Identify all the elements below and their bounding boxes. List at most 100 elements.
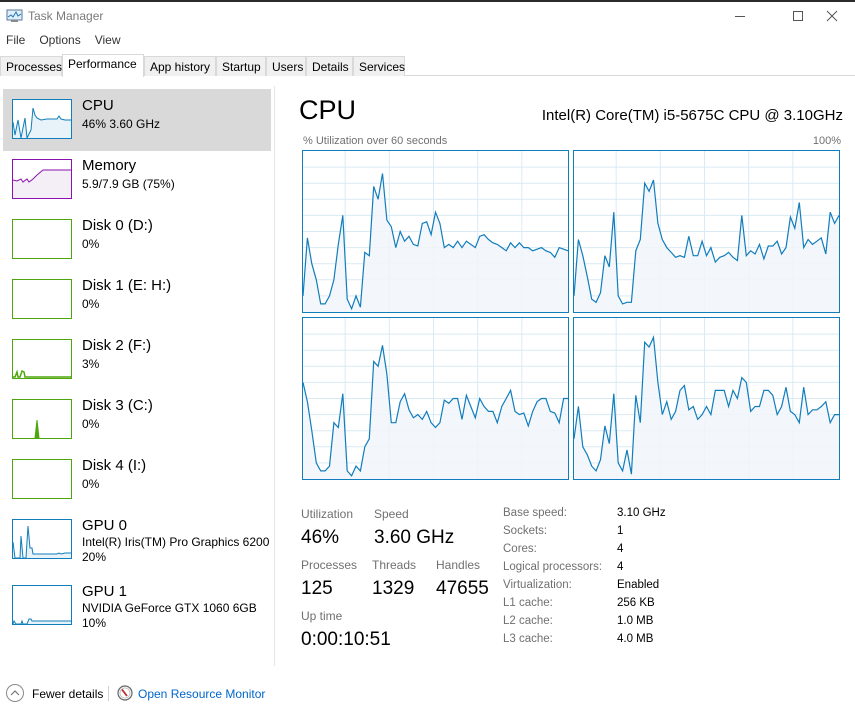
core-1-chart xyxy=(573,151,840,312)
l1-cache-value: 256 KB xyxy=(617,597,655,609)
disk-4-thumbnail-graph xyxy=(12,459,72,499)
cores-value: 4 xyxy=(617,543,624,555)
page-title: CPU xyxy=(299,95,357,125)
sidebar-disk-0-name: Disk 0 (D:) xyxy=(82,217,153,234)
footer-divider xyxy=(108,686,109,701)
processes-label: Processes xyxy=(301,558,358,572)
core-0-chart xyxy=(302,151,569,312)
sidebar-item-disk-0[interactable]: Disk 0 (D:) 0% xyxy=(3,209,271,271)
processes-value: 125 xyxy=(301,578,333,599)
chevron-up-glyph xyxy=(10,690,20,696)
minimize-button[interactable] xyxy=(717,2,763,30)
virtualization-value: Enabled xyxy=(617,579,660,591)
sidebar-item-cpu[interactable]: CPU 46% 3.60 GHz xyxy=(3,89,271,151)
sidebar-item-disk-3[interactable]: Disk 3 (C:) 0% xyxy=(3,389,271,451)
disk-3-thumbnail-graph xyxy=(12,399,72,439)
core-3-chart xyxy=(573,318,839,479)
sidebar-gpu-1-model: NVIDIA GeForce GTX 1060 6GB xyxy=(82,601,257,615)
disk-3-thumbnail-line xyxy=(34,419,40,438)
gpu-0-thumbnail-graph xyxy=(12,519,72,559)
speed-label: Speed xyxy=(374,507,409,521)
sidebar-item-memory[interactable]: Memory 5.9/7.9 GB (75%) xyxy=(3,149,271,211)
window-title: Task Manager xyxy=(28,9,104,23)
l3-cache-value: 4.0 MB xyxy=(617,633,654,645)
utilization-value: 46% xyxy=(301,527,340,548)
tab-services[interactable]: Services xyxy=(353,56,405,76)
disk-2-thumbnail-graph xyxy=(12,339,72,379)
base-speed-value: 3.10 GHz xyxy=(617,507,666,519)
sockets-label: Sockets: xyxy=(503,525,548,537)
gpu-0-thumbnail-line xyxy=(13,525,71,558)
sidebar-divider[interactable] xyxy=(274,86,275,666)
chevron-up-icon[interactable] xyxy=(6,684,24,702)
sidebar-gpu-0-value: 20% xyxy=(82,550,107,564)
tab-users[interactable]: Users xyxy=(266,56,306,76)
minimize-icon xyxy=(735,16,745,17)
tab-performance[interactable]: Performance xyxy=(62,54,144,77)
core-2-chart xyxy=(302,318,568,479)
core-2-graph xyxy=(302,317,569,480)
core-0-graph xyxy=(302,150,569,313)
uptime-label: Up time xyxy=(301,609,343,623)
core-0-area xyxy=(303,173,568,312)
gpu-1-thumbnail-graph xyxy=(12,585,72,625)
sidebar-gpu-0-name: GPU 0 xyxy=(82,517,128,534)
threads-value: 1329 xyxy=(372,578,415,599)
l1-cache-label: L1 cache: xyxy=(503,597,553,609)
sidebar-disk-3-value: 0% xyxy=(82,417,100,431)
sidebar-item-disk-2[interactable]: Disk 2 (F:) 3% xyxy=(3,329,271,391)
sidebar-disk-0-value: 0% xyxy=(82,237,100,251)
cpu-thumbnail-line xyxy=(13,107,71,138)
sidebar-disk-1-value: 0% xyxy=(82,297,100,311)
memory-thumbnail-graph xyxy=(12,159,72,199)
disk-1-thumbnail-graph xyxy=(12,279,72,319)
tab-bar: Processes Performance App history Startu… xyxy=(0,54,855,77)
sidebar-cpu-name: CPU xyxy=(82,97,114,114)
sidebar-disk-2-name: Disk 2 (F:) xyxy=(82,337,152,354)
logical-processors-label: Logical processors: xyxy=(503,561,603,573)
sidebar-gpu-0-model: Intel(R) Iris(TM) Pro Graphics 6200 xyxy=(82,535,270,549)
sidebar-gpu-1-name: GPU 1 xyxy=(82,583,128,600)
l2-cache-label: L2 cache: xyxy=(503,615,553,627)
tab-app-history[interactable]: App history xyxy=(144,56,216,76)
sidebar-disk-1-name: Disk 1 (E: H:) xyxy=(82,277,172,294)
tab-details[interactable]: Details xyxy=(306,56,353,76)
menu-view[interactable]: View xyxy=(89,31,127,51)
gpu-1-thumbnail-line xyxy=(13,618,71,624)
cpu-thumbnail-graph xyxy=(12,99,72,139)
title-bar: Task Manager xyxy=(0,2,855,30)
sidebar-item-disk-1[interactable]: Disk 1 (E: H:) 0% xyxy=(3,269,271,331)
core-2-area xyxy=(303,345,568,479)
disk-2-thumbnail-line xyxy=(13,369,71,378)
sidebar-item-disk-4[interactable]: Disk 4 (I:) 0% xyxy=(3,449,271,511)
sockets-value: 1 xyxy=(617,525,624,537)
fewer-details-button[interactable]: Fewer details xyxy=(32,687,103,701)
task-manager-icon xyxy=(6,9,23,22)
graph-max-label: 100% xyxy=(812,135,841,147)
menu-file[interactable]: File xyxy=(0,31,31,51)
disk-0-thumbnail-graph xyxy=(12,219,72,259)
l2-cache-value: 1.0 MB xyxy=(617,615,654,627)
sidebar-memory-name: Memory xyxy=(82,157,137,174)
handles-label: Handles xyxy=(436,558,481,572)
sidebar-disk-3-name: Disk 3 (C:) xyxy=(82,397,153,414)
tab-startup[interactable]: Startup xyxy=(216,56,266,76)
cores-label: Cores: xyxy=(503,543,537,555)
sidebar-item-gpu-1[interactable]: GPU 1 NVIDIA GeForce GTX 1060 6GB 10% xyxy=(3,575,271,639)
menu-bar: File Options View xyxy=(0,31,129,51)
core-1-area xyxy=(574,180,839,312)
tab-processes[interactable]: Processes xyxy=(0,56,62,76)
sidebar-disk-2-value: 3% xyxy=(82,357,100,371)
sidebar-gpu-1-value: 10% xyxy=(82,616,107,630)
sidebar-memory-value: 5.9/7.9 GB (75%) xyxy=(82,177,175,191)
close-button[interactable] xyxy=(809,2,855,30)
cpu-model-name: Intel(R) Core(TM) i5-5675C CPU @ 3.10GHz xyxy=(541,107,843,124)
open-resource-monitor-link[interactable]: Open Resource Monitor xyxy=(138,687,265,701)
menu-options[interactable]: Options xyxy=(33,31,86,51)
footer-bar: Fewer details Open Resource Monitor xyxy=(0,680,855,708)
utilization-label: Utilization xyxy=(301,507,354,521)
sidebar-disk-4-name: Disk 4 (I:) xyxy=(82,457,147,474)
sidebar-item-gpu-0[interactable]: GPU 0 Intel(R) Iris(TM) Pro Graphics 620… xyxy=(3,509,271,573)
uptime-value: 0:00:10:51 xyxy=(301,629,391,650)
graph-caption: % Utilization over 60 seconds xyxy=(303,135,448,147)
